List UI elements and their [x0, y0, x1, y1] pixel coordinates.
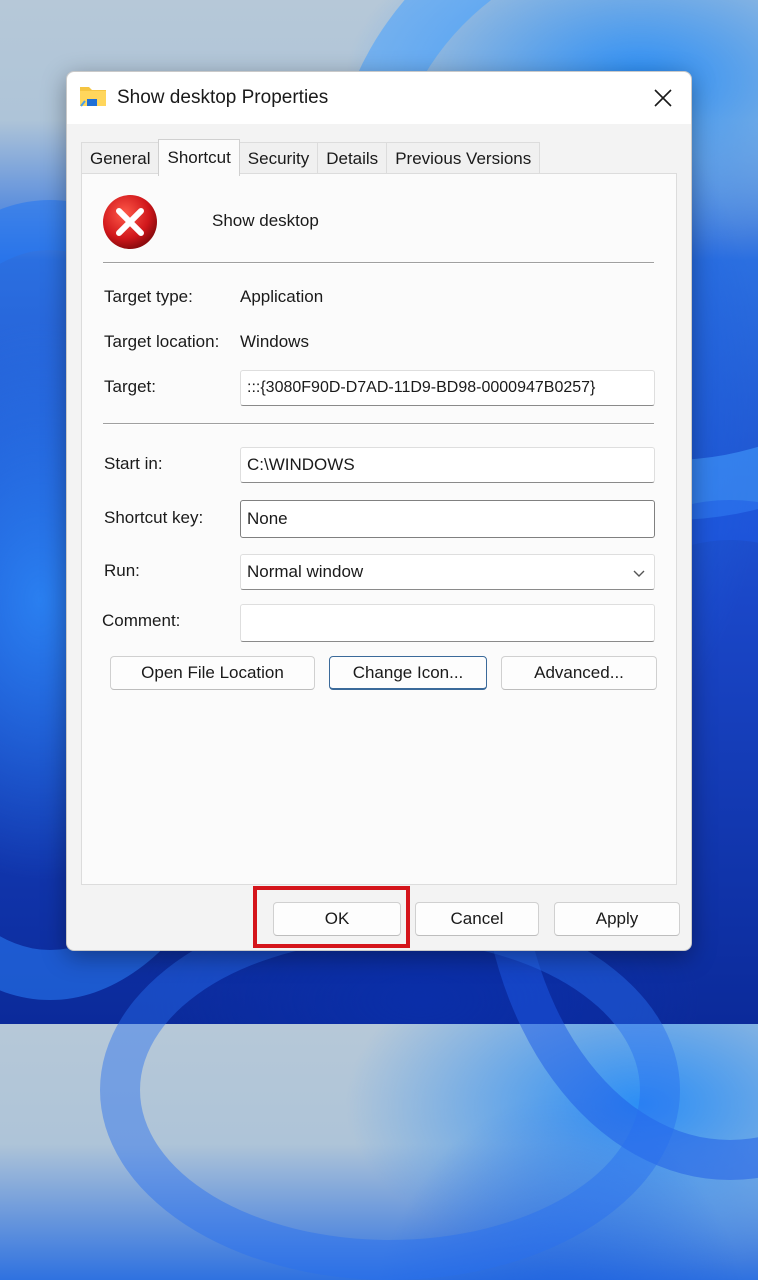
close-button[interactable]: [645, 80, 681, 116]
run-label: Run:: [104, 561, 140, 580]
shortcut-panel: Show desktop Target type: Application Ta…: [81, 173, 677, 885]
wallpaper-swirl: [100, 900, 680, 1280]
comment-label: Comment:: [102, 611, 181, 630]
tab-security[interactable]: Security: [238, 142, 319, 175]
divider: [103, 423, 654, 425]
target-location-value: Windows: [240, 332, 309, 351]
shortcut-key-field[interactable]: None: [240, 500, 655, 538]
cancel-button[interactable]: Cancel: [415, 902, 539, 936]
start-in-label: Start in:: [104, 454, 163, 473]
target-label: Target:: [104, 377, 156, 396]
tab-shortcut[interactable]: Shortcut: [158, 139, 240, 176]
tab-strip: General Shortcut Security Details Previo…: [81, 138, 541, 176]
shortcut-key-value: None: [247, 509, 288, 528]
window-title: Show desktop Properties: [117, 87, 329, 108]
error-x-icon: [102, 194, 158, 250]
run-value: Normal window: [247, 562, 364, 581]
tab-details[interactable]: Details: [317, 142, 388, 175]
ok-button[interactable]: OK: [273, 902, 401, 936]
target-value: :::{3080F90D-D7AD-11D9-BD98-0000947B0257…: [247, 379, 596, 396]
change-icon-button[interactable]: Change Icon...: [329, 656, 487, 690]
folder-shortcut-icon: [79, 84, 107, 108]
start-in-field[interactable]: C:\WINDOWS: [240, 447, 655, 483]
start-in-value: C:\WINDOWS: [247, 455, 355, 474]
properties-dialog: Show desktop Properties General Shortcut…: [66, 71, 692, 951]
advanced-button[interactable]: Advanced...: [501, 656, 657, 690]
tab-general[interactable]: General: [81, 142, 160, 175]
target-field[interactable]: :::{3080F90D-D7AD-11D9-BD98-0000947B0257…: [240, 370, 655, 406]
shortcut-name: Show desktop: [212, 211, 319, 230]
divider: [103, 262, 654, 264]
open-file-location-button[interactable]: Open File Location: [110, 656, 315, 690]
tab-previous-versions[interactable]: Previous Versions: [386, 142, 541, 175]
close-icon: [654, 89, 672, 107]
target-type-label: Target type:: [104, 287, 193, 306]
chevron-down-icon: [632, 565, 646, 585]
apply-button[interactable]: Apply: [554, 902, 680, 936]
comment-field[interactable]: [240, 604, 655, 642]
target-location-label: Target location:: [104, 332, 220, 351]
run-select[interactable]: Normal window: [240, 554, 655, 590]
shortcut-key-label: Shortcut key:: [104, 508, 204, 527]
target-type-value: Application: [240, 287, 324, 306]
title-bar: Show desktop Properties: [67, 72, 691, 124]
